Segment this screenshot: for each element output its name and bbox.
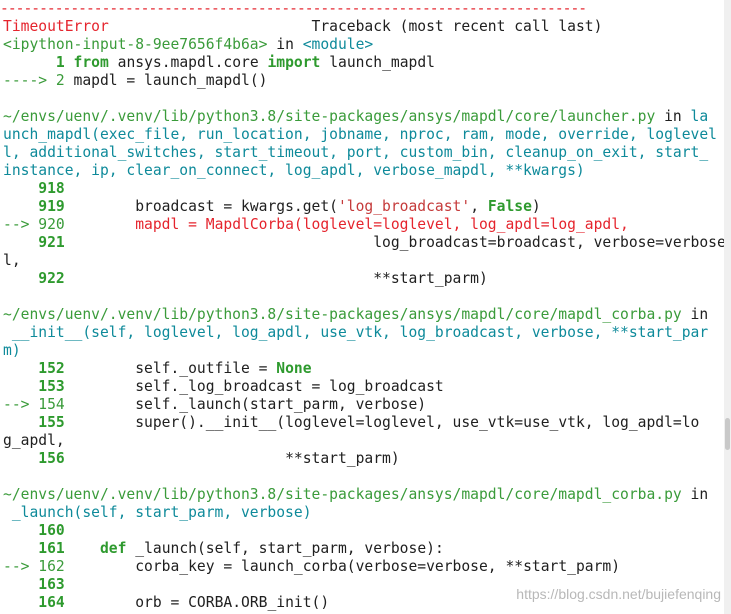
line-number: 922 <box>38 270 65 287</box>
code-text: ) <box>531 198 541 215</box>
code-text: self._launch(start_parm, verbose) <box>64 396 427 413</box>
frame-function: <module> <box>302 36 374 53</box>
code-continuation: l, <box>3 252 21 269</box>
scrollbar-thumb[interactable] <box>725 418 730 450</box>
vertical-scrollbar[interactable] <box>724 0 731 614</box>
code-text: orb = CORBA.ORB_init() <box>64 594 330 611</box>
line-number: 164 <box>38 594 65 611</box>
string-literal: 'log_broadcast' <box>337 198 471 215</box>
code-line-current: ----> 2 mapdl = launch_mapdl() <box>3 72 724 90</box>
code-line: 156 **start_parm) <box>3 450 724 468</box>
code-line: 155 super().__init__(loglevel=loglevel, … <box>3 414 724 432</box>
code-line-current: --> 920 mapdl = MapdlCorba(loglevel=logl… <box>3 216 724 234</box>
frame-header: ~/envs/uenv/.venv/lib/python3.8/site-pac… <box>3 306 724 324</box>
code-text: mapdl = launch_mapdl() <box>64 72 268 89</box>
line-number: 1 <box>55 54 65 71</box>
code-line: 919 broadcast = kwargs.get('log_broadcas… <box>3 198 724 216</box>
code-text: broadcast = kwargs.get( <box>64 198 338 215</box>
frame-signature: unch_mapdl(exec_file, run_location, jobn… <box>3 126 717 143</box>
code-continuation: g_apdl, <box>3 432 65 449</box>
code-line: 922 **start_parm) <box>3 270 724 288</box>
frame-path: ~/envs/uenv/.venv/lib/python3.8/site-pac… <box>3 306 682 323</box>
code-text: corba_key = launch_corba(verbose=verbose… <box>64 558 621 575</box>
error-name: TimeoutError <box>3 18 109 35</box>
keyword: from <box>73 54 109 71</box>
in-word: in <box>681 306 709 323</box>
line-number: 918 <box>38 180 65 197</box>
code-line: 918 <box>3 180 724 198</box>
in-word: in <box>655 108 691 125</box>
code-text: **start_parm) <box>64 450 400 467</box>
code-text: log_broadcast=broadcast, verbose=verbose… <box>64 234 724 251</box>
code-text: self._log_broadcast = log_broadcast <box>64 378 444 395</box>
line-number: 154 <box>38 396 65 413</box>
separator-line: ----------------------------------------… <box>0 0 587 17</box>
line-number: 163 <box>38 576 65 593</box>
line-number: 152 <box>38 360 65 377</box>
frame-signature: m) <box>3 342 21 359</box>
code-line-current: --> 154 self._launch(start_parm, verbose… <box>3 396 724 414</box>
in-word: in <box>681 486 709 503</box>
line-number: 160 <box>38 522 65 539</box>
code-text: mapdl = MapdlCorba(loglevel=loglevel, lo… <box>64 216 629 233</box>
frame-signature: l, additional_switches, start_timeout, p… <box>3 144 709 161</box>
frame-signature: _launch(self, start_parm, verbose) <box>3 504 312 521</box>
code-text: , <box>470 198 488 215</box>
keyword: import <box>267 54 321 71</box>
keyword: False <box>487 198 532 215</box>
line-number: 921 <box>38 234 65 251</box>
frame-signature: instance, ip, clear_on_connect, log_apdl… <box>3 162 585 179</box>
frame-signature: __init__(self, loglevel, log_apdl, use_v… <box>3 324 709 341</box>
frame-location: <ipython-input-8-9ee7656f4b6a> <box>3 36 268 53</box>
line-arrow: --> <box>3 558 39 575</box>
in-word: in <box>267 36 303 53</box>
code-text: self._outfile = <box>64 360 277 377</box>
frame-path: ~/envs/uenv/.venv/lib/python3.8/site-pac… <box>3 108 656 125</box>
code-text: **start_parm) <box>64 270 488 287</box>
line-number: 156 <box>38 450 65 467</box>
code-line: 161 def _launch(self, start_parm, verbos… <box>3 540 724 558</box>
code-line: 1 from ansys.mapdl.core import launch_ma… <box>3 54 724 72</box>
watermark: https://blog.csdn.net/bujiefenqing <box>516 586 721 602</box>
line-arrow: --> <box>3 216 39 233</box>
traceback-label: Traceback (most recent call last) <box>311 18 603 35</box>
line-number: 919 <box>38 198 65 215</box>
frame-path: ~/envs/uenv/.venv/lib/python3.8/site-pac… <box>3 486 682 503</box>
line-number: 920 <box>38 216 65 233</box>
line-number: 153 <box>38 378 65 395</box>
line-arrow: ----> <box>3 72 56 89</box>
frame-header: ~/envs/uenv/.venv/lib/python3.8/site-pac… <box>3 108 724 126</box>
line-number: 155 <box>38 414 65 431</box>
line-arrow: --> <box>3 396 39 413</box>
code-line: 152 self._outfile = None <box>3 360 724 378</box>
code-line: 921 log_broadcast=broadcast, verbose=ver… <box>3 234 724 252</box>
code-text: ansys.mapdl.core <box>108 54 268 71</box>
line-number: 2 <box>55 72 65 89</box>
frame-header: ~/envs/uenv/.venv/lib/python3.8/site-pac… <box>3 486 724 504</box>
code-line-current: --> 162 corba_key = launch_corba(verbose… <box>3 558 724 576</box>
line-number: 162 <box>38 558 65 575</box>
traceback-header: TimeoutError Traceback (most recent call… <box>3 18 724 36</box>
line-number: 161 <box>38 540 65 557</box>
code-line: 153 self._log_broadcast = log_broadcast <box>3 378 724 396</box>
line-arrow <box>3 54 56 71</box>
code-line: 160 <box>3 522 724 540</box>
code-text: launch_mapdl <box>320 54 435 71</box>
frame-header: <ipython-input-8-9ee7656f4b6a> in <modul… <box>3 36 724 54</box>
code-text: _launch(self, start_parm, verbose): <box>126 540 444 557</box>
code-text: super().__init__(loglevel=loglevel, use_… <box>64 414 700 431</box>
terminal-output: ----------------------------------------… <box>0 0 724 614</box>
frame-signature: la <box>690 108 709 125</box>
keyword: def <box>99 540 127 557</box>
keyword: None <box>276 360 312 377</box>
